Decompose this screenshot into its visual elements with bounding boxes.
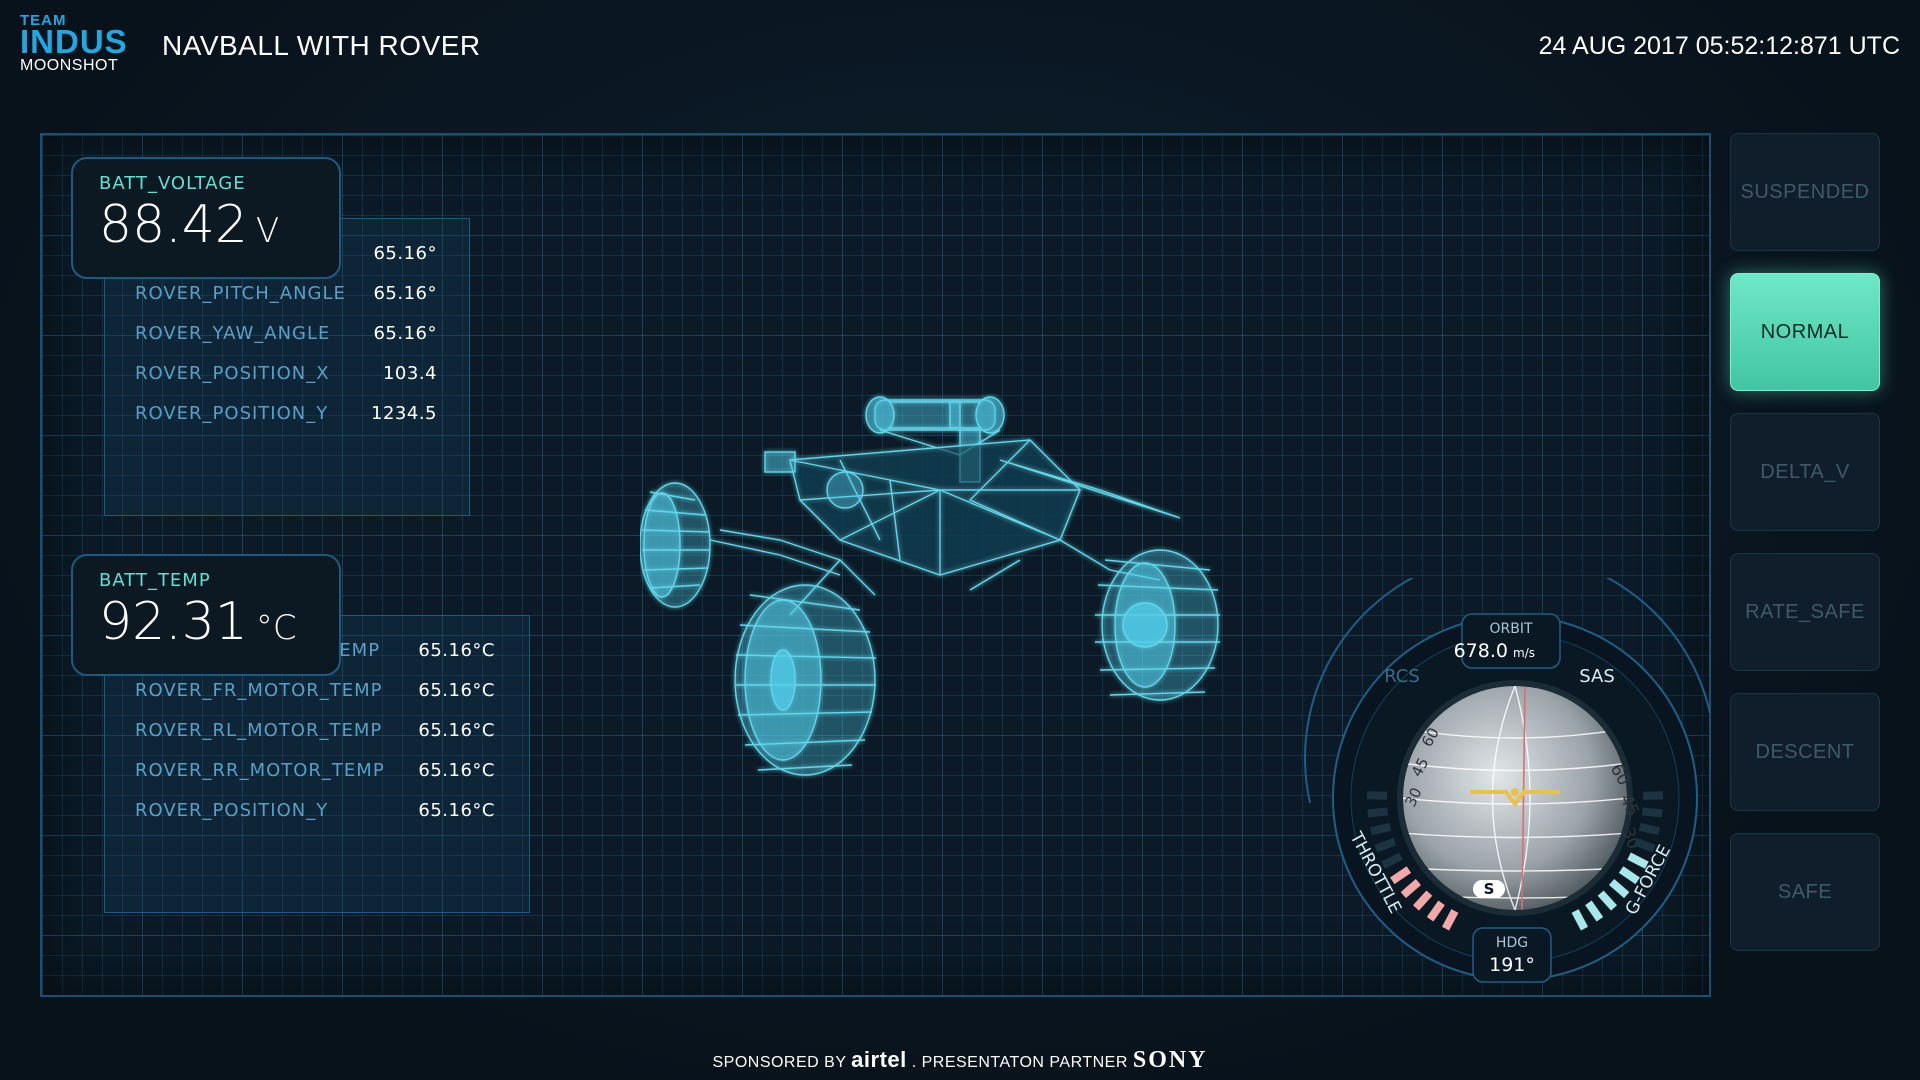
gforce-bar-segment	[1638, 822, 1661, 836]
orbit-unit: m/s	[1513, 646, 1535, 660]
mode-button-descent[interactable]: DESCENT	[1730, 693, 1880, 811]
batt-temp-unit: °C	[255, 608, 297, 648]
orientation-row-label: ROVER_POSITION_X	[135, 363, 330, 384]
mode-button-normal[interactable]: NORMAL	[1730, 273, 1880, 391]
mode-button-delta-v[interactable]: DELTA_V	[1730, 413, 1880, 531]
batt-voltage-unit: V	[255, 211, 280, 251]
orientation-row-value: 1234.5	[371, 403, 437, 424]
motor-row-label: ROVER_POSITION_Y	[135, 800, 329, 821]
rover-wireframe-model[interactable]	[640, 380, 1260, 820]
page-title: NAVBALL WITH ROVER	[162, 30, 481, 61]
batt-temp-value: 92.31 °C	[99, 591, 313, 659]
orientation-row-value: 65.16°	[373, 323, 437, 344]
orientation-row-value: 103.4	[382, 363, 437, 384]
batt-temp-number: 92.31	[99, 592, 248, 652]
logo-moonshot-text: MOONSHOT	[20, 57, 119, 74]
rover-wheel-front-left	[734, 584, 877, 776]
motor-row-value: 65.16°C	[418, 640, 495, 661]
orbit-value: 678.0	[1454, 640, 1508, 662]
orientation-row-label: ROVER_POSITION_Y	[135, 403, 329, 424]
footer-sponsors: SPONSORED BY airtel . PRESENTATON PARTNE…	[0, 1047, 1920, 1074]
batt-voltage-number: 88.42	[99, 195, 248, 255]
rover-wheel-rear-left	[640, 482, 711, 608]
rcs-label[interactable]: RCS	[1384, 666, 1420, 687]
batt-temp-label: BATT_TEMP	[99, 570, 211, 591]
mode-button-rate-safe[interactable]: RATE_SAFE	[1730, 553, 1880, 671]
team-indus-logo: TEAM INDUS MOONSHOT	[20, 13, 128, 76]
navball-widget[interactable]: 60 45 30 60 45 30 S RCS SAS THROTTLE G-F…	[1290, 578, 1715, 998]
hdg-label: HDG	[1496, 935, 1528, 951]
mode-button-safe[interactable]: SAFE	[1730, 833, 1880, 951]
navball-s-marker-text: S	[1484, 880, 1495, 898]
presentation-partner-text: . PRESENTATON PARTNER	[911, 1054, 1128, 1071]
throttle-bar-segment	[1369, 822, 1392, 836]
motor-row-value: 65.16°C	[418, 800, 495, 821]
batt-voltage-label: BATT_VOLTAGE	[99, 173, 246, 194]
motor-row-label: ROVER_FR_MOTOR_TEMP	[135, 680, 383, 701]
gforce-bar-segment	[1641, 807, 1663, 818]
orientation-row-value: 65.16°	[373, 243, 437, 264]
orientation-row-label: ROVER_YAW_ANGLE	[135, 323, 331, 344]
rover-wheel-right	[1095, 549, 1220, 701]
utc-clock: 24 AUG 2017 05:52:12:871 UTC	[1538, 32, 1900, 60]
sponsored-by-text: SPONSORED BY	[712, 1054, 847, 1071]
sas-label[interactable]: SAS	[1579, 666, 1615, 687]
orbit-label: ORBIT	[1489, 621, 1532, 637]
orientation-row-label: ROVER_PITCH_ANGLE	[135, 283, 346, 304]
airtel-logo: airtel	[851, 1047, 907, 1072]
hdg-value: 191°	[1489, 954, 1535, 976]
batt-voltage-card: BATT_VOLTAGE 88.42 V	[71, 157, 341, 279]
rover-body	[789, 439, 1081, 576]
batt-voltage-value: 88.42 V	[99, 194, 313, 262]
orientation-row-value: 65.16°	[373, 283, 437, 304]
batt-temp-card: BATT_TEMP 92.31 °C	[71, 554, 341, 676]
motor-row-label: ROVER_RL_MOTOR_TEMP	[135, 720, 383, 741]
motor-row-value: 65.16°C	[418, 720, 495, 741]
throttle-bar-segment	[1367, 807, 1389, 818]
mode-button-suspended[interactable]: SUSPENDED	[1730, 133, 1880, 251]
motor-row-value: 65.16°C	[418, 760, 495, 781]
logo-indus-text: INDUS	[20, 23, 128, 60]
motor-row-value: 65.16°C	[418, 680, 495, 701]
motor-row-label: ROVER_RR_MOTOR_TEMP	[135, 760, 385, 781]
sony-logo: SONY	[1132, 1047, 1208, 1073]
